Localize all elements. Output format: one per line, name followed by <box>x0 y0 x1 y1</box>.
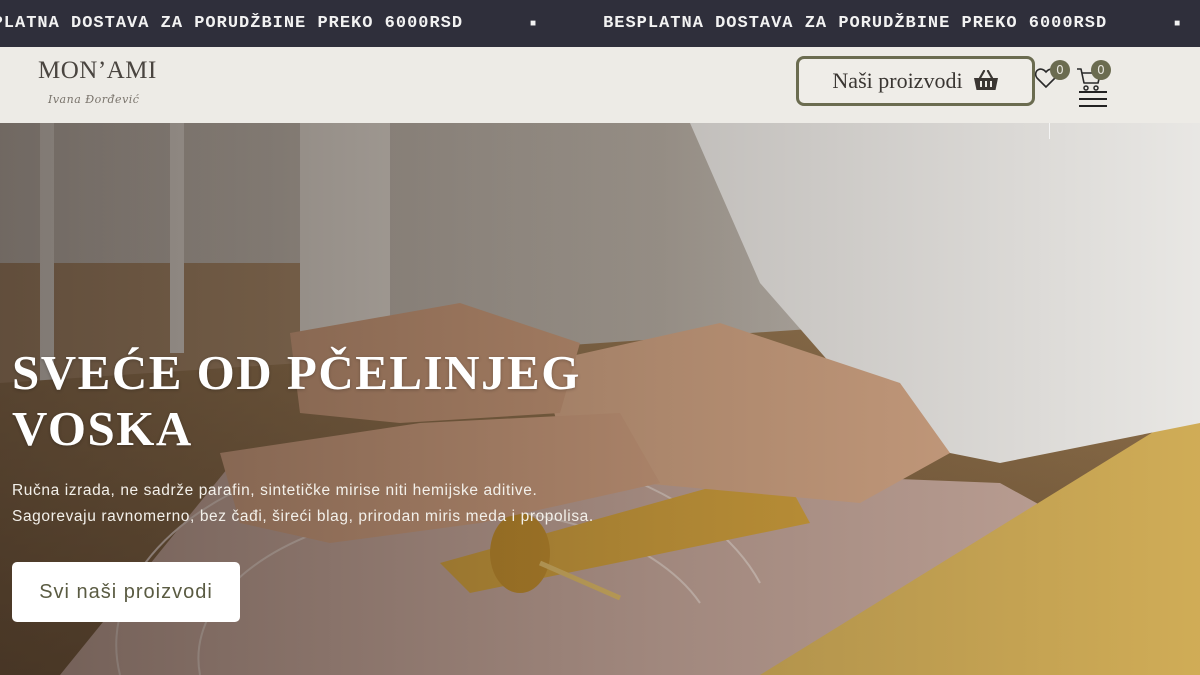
basket-icon <box>973 70 998 90</box>
logo-signature: Ivana Đorđević <box>48 93 140 106</box>
announcement-text: BESPLATNA DOSTAVA ZA PORUDŽBINE PREKO 60… <box>0 14 464 33</box>
logo-brand: MON’AMI <box>38 57 157 84</box>
menu-line <box>1079 105 1107 107</box>
products-button-label: Naši proizvodi <box>832 68 963 93</box>
menu-line <box>1079 91 1107 93</box>
cart-count-badge: 0 <box>1091 60 1111 80</box>
announcement-separator: ■ <box>530 18 537 29</box>
menu-line <box>1079 98 1107 100</box>
products-button[interactable]: Naši proizvodi <box>796 56 1035 106</box>
menu-divider <box>1049 123 1050 139</box>
announcement-bar: BESPLATNA DOSTAVA ZA PORUDŽBINE PREKO 60… <box>0 0 1200 47</box>
announcement-text: BESPLATNA DOSTAVA ZA PORUDŽBINE PREKO 60… <box>603 14 1108 33</box>
hero-description: Ručna izrada, ne sadrže parafin, sinteti… <box>12 478 652 530</box>
announcement-track: BESPLATNA DOSTAVA ZA PORUDŽBINE PREKO 60… <box>0 0 1200 47</box>
wishlist-count-badge: 0 <box>1050 60 1070 80</box>
hero-title-line: VOSKA <box>12 401 193 456</box>
hero-description-line: Sagorevaju ravnomerno, bez čađi, šireći … <box>12 508 594 525</box>
logo[interactable]: MON’AMI Ivana Đorđević <box>38 57 162 115</box>
hamburger-menu-icon[interactable] <box>1079 91 1107 109</box>
hero-description-line: Ručna izrada, ne sadrže parafin, sinteti… <box>12 482 538 499</box>
announcement-separator: ■ <box>1174 18 1181 29</box>
all-products-button[interactable]: Svi naši proizvodi <box>12 562 240 622</box>
site-header: MON’AMI Ivana Đorđević Naši proizvodi 0 … <box>0 47 1200 123</box>
hero-title-line: SVEĆE OD PČELINJEG <box>12 345 581 400</box>
hero-banner: SVEĆE OD PČELINJEG VOSKA Ručna izrada, n… <box>0 123 1200 675</box>
hero-title: SVEĆE OD PČELINJEG VOSKA <box>12 345 612 457</box>
